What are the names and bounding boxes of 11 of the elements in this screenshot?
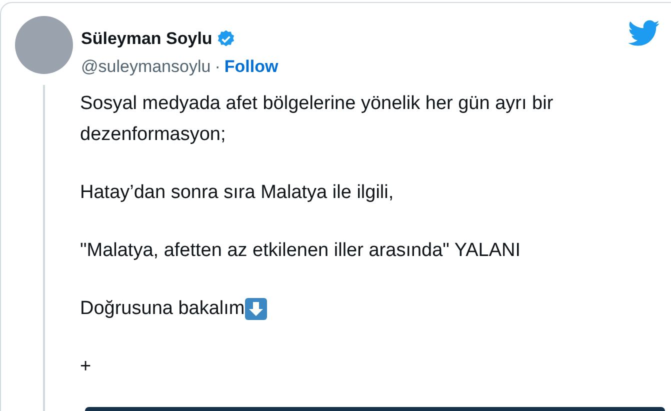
author-name: Süleyman Soylu <box>81 28 212 50</box>
tweet-text: Doğrusuna bakalım <box>80 297 245 321</box>
down-arrow-emoji-icon <box>244 298 267 320</box>
tweet-text: + <box>80 355 92 379</box>
bird-logo-icon[interactable] <box>628 20 660 47</box>
tweet-text: "Malatya, afetten az etkilenen iller arasında" YALANI <box>80 239 521 263</box>
author-handle[interactable]: @suleymansoylu <box>81 54 211 79</box>
tweet-text: Sosyal medyada afet bölgelerine yönelik her gün ayrı bir dezenformasyon; <box>80 92 554 147</box>
separator-dot: · <box>214 56 220 78</box>
follow-link[interactable]: Follow <box>224 54 278 79</box>
tweet-text: Hatay’dan sonra sıra Malatya ile ilgili, <box>80 181 394 205</box>
